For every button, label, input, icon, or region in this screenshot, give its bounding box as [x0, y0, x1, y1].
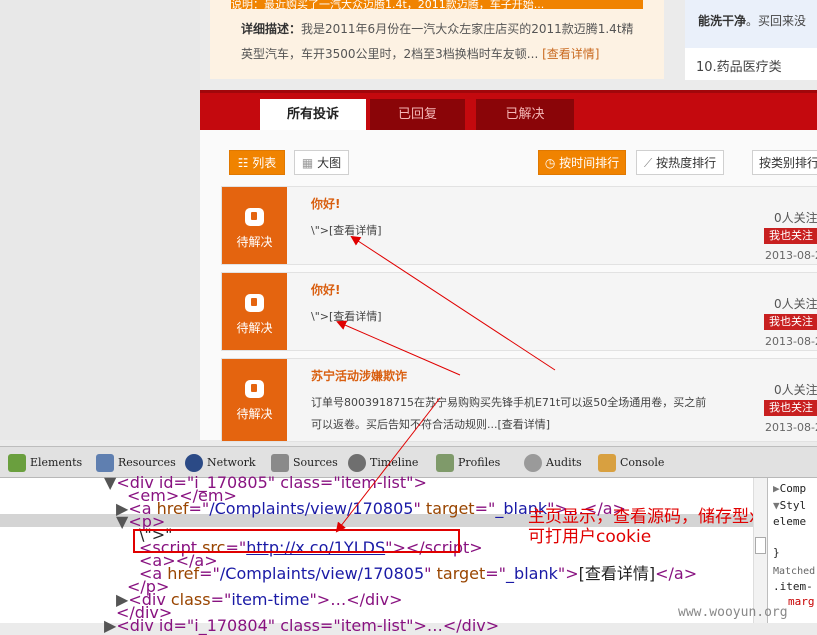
list-view-button[interactable]: ☷ 列表 — [229, 150, 285, 175]
tab-label: Network — [207, 456, 256, 469]
scrollbar-thumb[interactable] — [755, 537, 766, 554]
resources-icon — [96, 454, 114, 472]
devtools-tab-resources[interactable]: Resources — [96, 452, 176, 474]
devtools-tab-timeline[interactable]: Timeline — [348, 452, 418, 474]
devtools-tab-elements[interactable]: Elements — [8, 452, 82, 474]
follow-count: 0人关注 — [774, 211, 817, 225]
list-view-label: 列表 — [252, 156, 277, 170]
styles-side-panel: ▶Comp ▼Styl eleme } Matched .item- marg — [767, 478, 817, 623]
status-label: 待解决 — [236, 407, 273, 421]
document-icon — [245, 294, 264, 312]
css-property: marg — [788, 595, 815, 608]
sort-by-time-button[interactable]: ◷ 按时间排行 — [538, 150, 626, 175]
complaint-date: 2013-08-2 — [765, 421, 817, 434]
follow-count: 0人关注 — [774, 383, 817, 397]
grid-view-label: 大图 — [317, 156, 342, 170]
complaint-date: 2013-08-2 — [765, 249, 817, 262]
status-badge: 待解决 — [222, 273, 287, 350]
complaint-title-banner[interactable]: 说明：最近购买了一汽大众迈腾1.4t，2011款迈腾，车子开始... — [231, 0, 643, 9]
computed-style-header[interactable]: ▶Comp — [773, 482, 806, 495]
console-icon — [598, 454, 616, 472]
follow-count: 0人关注 — [774, 297, 817, 311]
tab-label: Profiles — [458, 456, 501, 469]
complaint-desc[interactable]: \">[查看详情] — [311, 306, 721, 328]
matched-rules-label: Matched — [773, 566, 816, 577]
dom-line[interactable]: ▶<div id="i_170804" class="item-list">…<… — [104, 618, 499, 634]
profiles-icon — [436, 454, 454, 472]
complaint-desc[interactable]: \">[查看详情] — [311, 220, 721, 242]
banner-text: 说明：最近购买了一汽大众迈腾1.4t，2011款迈腾，车子开始... — [231, 0, 545, 9]
desc-label: 详细描述： — [241, 22, 302, 36]
timeline-icon — [348, 454, 366, 472]
style-brace: } — [773, 546, 780, 559]
complaint-item[interactable]: 待解决 你好! \">[查看详情] 0人关注 我也关注 2013-08-2 — [221, 186, 817, 265]
annotation-line-2: 可打用户cookie — [528, 527, 652, 547]
tab-replied[interactable]: 已回复 — [370, 99, 465, 130]
xss-highlight-box — [133, 529, 460, 553]
tab-label: Sources — [293, 456, 338, 469]
element-style: eleme — [773, 515, 807, 528]
sort-by-category-button[interactable]: 按类别排行 — [752, 150, 817, 175]
sort-category-label: 按类别排行 — [759, 156, 817, 170]
ranking-panel: 能洗干净。买回来没 — [685, 0, 817, 48]
complaint-item[interactable]: 待解决 苏宁活动涉嫌欺诈 订单号8003918715在苏宁易购购买先锋手机E71… — [221, 358, 817, 442]
clock-icon: ◷ — [544, 156, 560, 170]
sort-time-label: 按时间排行 — [559, 156, 620, 170]
tab-label: Elements — [30, 456, 83, 469]
document-icon — [245, 208, 264, 226]
watermark: www.wooyun.org — [678, 605, 788, 620]
left-gray-margin — [0, 0, 200, 440]
complaint-title[interactable]: 你好! — [311, 195, 340, 212]
sort-heat-label: 按热度排行 — [656, 156, 717, 170]
grid-view-button[interactable]: ▦ 大图 — [294, 150, 349, 175]
tab-all-complaints[interactable]: 所有投诉 — [260, 99, 366, 130]
ranking-snippet: 。买回来没 — [746, 14, 807, 28]
chart-icon: ⟋ — [643, 156, 657, 170]
tab-solved[interactable]: 已解决 — [476, 99, 574, 130]
follow-button[interactable]: 我也关注 — [764, 400, 817, 416]
styles-header[interactable]: ▼Styl — [773, 499, 806, 512]
grid-icon: ▦ — [301, 156, 318, 170]
devtools-tab-network[interactable]: Network — [185, 452, 256, 474]
elements-icon — [8, 454, 26, 472]
devtools-tab-sources[interactable]: Sources — [271, 452, 338, 474]
devtools-tab-console[interactable]: Console — [598, 452, 664, 474]
status-badge: 待解决 — [222, 359, 287, 441]
status-label: 待解决 — [236, 321, 273, 335]
tab-label: Audits — [546, 456, 582, 469]
tab-label: Resources — [118, 456, 176, 469]
ranking-snippet-bold: 能洗干净 — [698, 14, 747, 28]
sources-icon — [271, 454, 289, 472]
complaint-title[interactable]: 你好! — [311, 281, 340, 298]
css-rule-selector: .item- — [773, 580, 813, 593]
devtools-tab-audits[interactable]: Audits — [524, 452, 582, 474]
follow-button[interactable]: 我也关注 — [764, 228, 817, 244]
follow-button[interactable]: 我也关注 — [764, 314, 817, 330]
annotation-note: 主页显示，查看源码，储存型xss 可打用户cookie — [528, 507, 777, 547]
list-icon: ☷ — [237, 156, 253, 170]
dom-line[interactable]: <a href="/Complaints/view/170805" target… — [139, 566, 697, 582]
audits-icon — [524, 454, 542, 472]
complaint-date: 2013-08-2 — [765, 335, 817, 348]
complaint-title[interactable]: 苏宁活动涉嫌欺诈 — [311, 367, 407, 384]
status-label: 待解决 — [236, 235, 273, 249]
tab-label: Console — [620, 456, 665, 469]
status-badge: 待解决 — [222, 187, 287, 264]
complaint-description: 详细描述：我是2011年6月份在一汽大众左家庄店买的2011款迈腾1.4t精英型… — [241, 17, 641, 67]
network-icon — [185, 454, 203, 472]
ranking-item-label: 10.药品医疗类 — [696, 60, 782, 75]
devtools-tab-profiles[interactable]: Profiles — [436, 452, 500, 474]
document-icon — [245, 380, 264, 398]
complaint-item[interactable]: 待解决 你好! \">[查看详情] 0人关注 我也关注 2013-08-2 — [221, 272, 817, 351]
view-details-link[interactable]: [查看详情] — [542, 47, 599, 61]
tab-label: Timeline — [370, 456, 419, 469]
sort-by-heat-button[interactable]: ⟋ 按热度排行 — [636, 150, 724, 175]
complaint-desc[interactable]: 订单号8003918715在苏宁易购购买先锋手机E71t可以返50全场通用卷，买… — [311, 392, 711, 436]
annotation-line-1: 主页显示，查看源码，储存型xss — [528, 507, 777, 527]
ranking-item-10[interactable]: 10.药品医疗类 — [685, 48, 817, 80]
